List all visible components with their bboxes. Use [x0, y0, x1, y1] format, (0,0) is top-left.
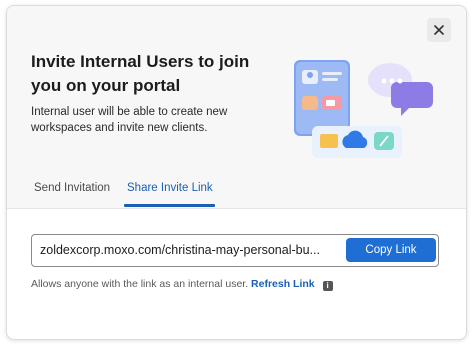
dialog-header: Invite Internal Users to join you on you…	[7, 6, 466, 209]
link-hint-text: Allows anyone with the link as an intern…	[31, 278, 249, 290]
copy-link-button[interactable]: Copy Link	[346, 238, 436, 262]
refresh-link[interactable]: Refresh Link	[251, 278, 315, 290]
close-button[interactable]	[427, 18, 451, 42]
invite-link-value[interactable]: zoldexcorp.moxo.com/christina-may-person…	[40, 243, 340, 257]
dialog-description: Internal user will be able to create new…	[31, 106, 228, 134]
active-tab-indicator	[124, 204, 215, 207]
dialog-title: Invite Internal Users to join you on you…	[31, 52, 250, 95]
close-icon	[434, 25, 444, 35]
tab-send-invitation[interactable]: Send Invitation	[34, 182, 110, 194]
invite-illustration	[294, 60, 433, 158]
link-hint: Allows anyone with the link as an intern…	[31, 278, 333, 291]
tab-share-invite-link[interactable]: Share Invite Link	[127, 182, 213, 194]
info-icon[interactable]: i	[322, 281, 333, 291]
invite-link-field[interactable]: zoldexcorp.moxo.com/christina-may-person…	[31, 234, 439, 267]
invite-dialog: Invite Internal Users to join you on you…	[6, 5, 467, 340]
